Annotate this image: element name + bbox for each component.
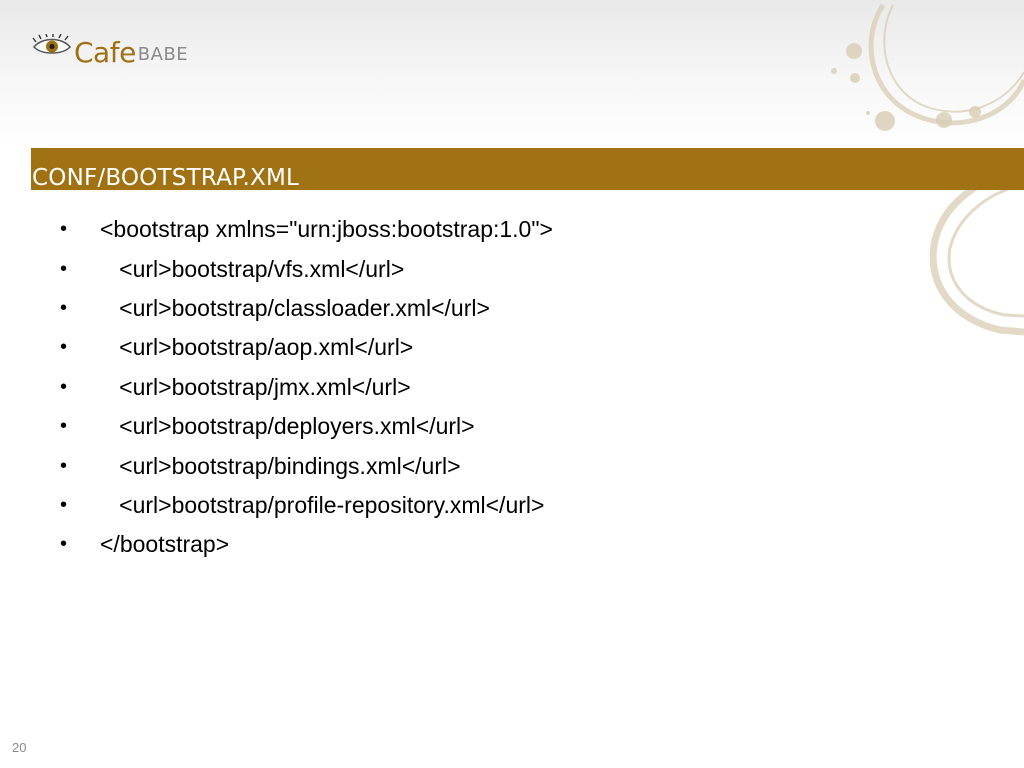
list-item-text: <url>bootstrap/profile-repository.xml</u… [100, 491, 545, 518]
bullet-marker: • [60, 257, 68, 280]
list-item: • <url>bootstrap/vfs.xml</url> [60, 249, 553, 288]
bullet-marker: • [60, 336, 68, 359]
list-item: • <url>bootstrap/bindings.xml</url> [60, 446, 553, 485]
eye-icon [32, 34, 72, 54]
logo-name-primary: Cafe [74, 36, 136, 69]
header-background [0, 0, 1024, 148]
bullet-marker: • [60, 493, 68, 516]
bullet-marker: • [60, 454, 68, 477]
list-item-text: <bootstrap xmlns="urn:jboss:bootstrap:1.… [100, 216, 553, 243]
bullet-marker: • [60, 533, 68, 556]
list-item-text: <url>bootstrap/classloader.xml</url> [100, 294, 490, 321]
bullet-list: • <bootstrap xmlns="urn:jboss:bootstrap:… [60, 210, 553, 565]
list-item-text: <url>bootstrap/bindings.xml</url> [100, 452, 461, 479]
slide-title: CONF/BOOTSTRAP.XML [32, 165, 300, 191]
list-item: • <url>bootstrap/aop.xml</url> [60, 328, 553, 367]
page-number: 20 [12, 740, 27, 755]
list-item: • <bootstrap xmlns="urn:jboss:bootstrap:… [60, 210, 553, 249]
bullet-marker: • [60, 415, 68, 438]
bullet-marker: • [60, 296, 68, 319]
cafebabe-logo: Cafe BABE [32, 30, 188, 70]
list-item: • <url>bootstrap/classloader.xml</url> [60, 289, 553, 328]
list-item-text: <url>bootstrap/deployers.xml</url> [100, 413, 475, 440]
list-item-text: </bootstrap> [100, 531, 230, 558]
list-item: • </bootstrap> [60, 525, 553, 564]
logo-name-secondary: BABE [137, 44, 189, 65]
bullet-marker: • [60, 375, 68, 398]
list-item-text: <url>bootstrap/aop.xml</url> [100, 334, 414, 361]
bullet-marker: • [60, 218, 68, 241]
list-item: • <url>bootstrap/profile-repository.xml<… [60, 486, 553, 525]
slide: Cafe BABE CONF/BOOTSTRAP.XML • <bootstra… [0, 0, 1024, 768]
list-item-text: <url>bootstrap/jmx.xml</url> [100, 373, 411, 400]
list-item: • <url>bootstrap/deployers.xml</url> [60, 407, 553, 446]
list-item-text: <url>bootstrap/vfs.xml</url> [100, 255, 405, 282]
list-item: • <url>bootstrap/jmx.xml</url> [60, 368, 553, 407]
